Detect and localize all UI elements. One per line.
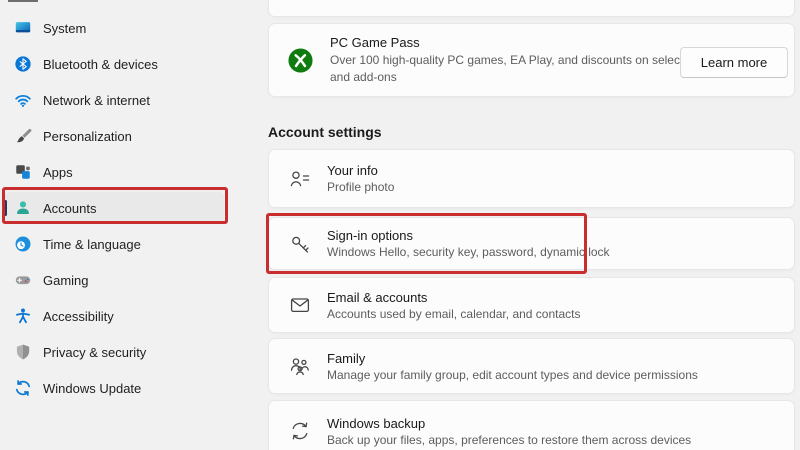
xbox-icon (288, 47, 313, 73)
bluetooth-icon (15, 56, 31, 72)
sidebar-item-time-language[interactable]: Time & language (0, 226, 268, 262)
sidebar-item-bluetooth-devices[interactable]: Bluetooth & devices (0, 46, 268, 82)
sidebar-item-windows-update[interactable]: Windows Update (0, 370, 268, 406)
network-wifi-icon (15, 94, 31, 107)
sidebar-item-label: Personalization (43, 128, 132, 144)
sidebar-item-accounts[interactable]: Accounts (0, 190, 268, 226)
promo-description: Over 100 high-quality PC games, EA Play,… (330, 53, 723, 84)
system-icon (15, 22, 31, 33)
your-info-icon (290, 170, 310, 186)
accounts-icon (17, 201, 29, 214)
gaming-gamepad-icon (15, 276, 31, 285)
sidebar-item-label: Windows Update (43, 380, 142, 396)
privacy-shield-icon (16, 344, 30, 360)
partially-visible-card-above[interactable] (268, 0, 795, 17)
setting-row-your-info[interactable]: Your info Profile photo (268, 149, 795, 208)
personalization-brush-icon (16, 128, 32, 143)
sidebar-item-label: Network & internet (43, 92, 150, 108)
sidebar-item-label: System (43, 20, 87, 36)
learn-more-button[interactable]: Learn more (680, 47, 788, 78)
setting-row-sign-in-options[interactable]: Sign-in options Windows Hello, security … (268, 217, 795, 270)
setting-title: Windows backup (327, 415, 426, 431)
selected-item-background (4, 192, 224, 224)
email-icon (290, 298, 310, 313)
setting-row-email-accounts[interactable]: Email & accounts Accounts used by email,… (268, 277, 795, 333)
key-icon (292, 236, 309, 253)
setting-row-windows-backup[interactable]: Windows backup Back up your files, apps,… (268, 400, 795, 450)
setting-title: Sign-in options (327, 228, 413, 243)
setting-title: Email & accounts (327, 289, 428, 305)
sidebar: System Bluetooth & devices Network & int… (0, 10, 268, 406)
section-heading: Account settings (268, 124, 382, 140)
setting-title: Your info (327, 163, 378, 178)
accessibility-icon (15, 308, 31, 324)
promo-title: PC Game Pass (330, 35, 420, 51)
sidebar-item-system[interactable]: System (0, 10, 268, 46)
sidebar-item-gaming[interactable]: Gaming (0, 262, 268, 298)
pc-game-pass-card[interactable]: PC Game Pass Over 100 high-quality PC ga… (268, 23, 795, 97)
apps-icon (16, 165, 30, 179)
backup-sync-icon (292, 422, 308, 440)
settings-window: System Bluetooth & devices Network & int… (0, 0, 800, 450)
sidebar-item-label: Time & language (43, 236, 141, 252)
sidebar-item-label: Accessibility (43, 308, 114, 324)
setting-description: Profile photo (327, 180, 395, 194)
sidebar-item-personalization[interactable]: Personalization (0, 118, 268, 154)
sidebar-item-label: Bluetooth & devices (43, 56, 158, 72)
setting-description: Back up your files, apps, preferences to… (327, 432, 692, 447)
sidebar-item-label: Accounts (43, 200, 97, 216)
time-language-icon (15, 236, 31, 252)
cropped-element-artifact (8, 0, 38, 2)
family-icon (290, 358, 309, 376)
sidebar-item-label: Privacy & security (43, 344, 147, 360)
sidebar-item-accessibility[interactable]: Accessibility (0, 298, 268, 334)
setting-row-family[interactable]: Family Manage your family group, edit ac… (268, 338, 795, 394)
setting-description: Manage your family group, edit account t… (327, 367, 698, 382)
sidebar-item-label: Gaming (43, 272, 89, 288)
selected-item-accent-bar (4, 200, 7, 216)
setting-description: Windows Hello, security key, password, d… (327, 245, 610, 259)
sidebar-item-apps[interactable]: Apps (0, 154, 268, 190)
windows-update-icon (15, 380, 31, 396)
sidebar-item-network-internet[interactable]: Network & internet (0, 82, 268, 118)
sidebar-item-label: Apps (43, 164, 73, 180)
setting-description: Accounts used by email, calendar, and co… (327, 306, 581, 321)
setting-title: Family (327, 350, 366, 366)
sidebar-item-privacy-security[interactable]: Privacy & security (0, 334, 268, 370)
